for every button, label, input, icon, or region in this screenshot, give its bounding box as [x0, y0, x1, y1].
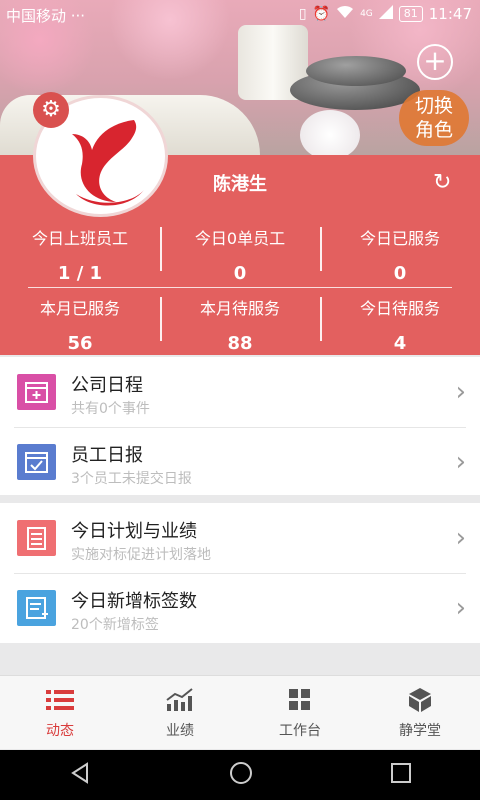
stat-today-working-staff[interactable]: 今日上班员工 1 / 1 [0, 225, 160, 284]
stat-label: 今日已服务 [359, 229, 440, 248]
stat-value: 4 [393, 333, 407, 354]
switch-role-label-line2: 角色 [414, 119, 453, 141]
chevron-right-icon: › [455, 377, 466, 407]
signal-icon [378, 5, 393, 23]
menu-item-staff-daily-report[interactable]: 员工日报 3个员工未提交日报 › [0, 427, 480, 497]
menu-item-subtitle: 20个新增标签 [71, 617, 159, 633]
battery-level: 81 [398, 6, 423, 22]
tab-label: 工作台 [279, 723, 321, 739]
menu-item-subtitle: 3个员工未提交日报 [71, 471, 192, 487]
tab-label: 静学堂 [399, 723, 441, 739]
stat-label: 今日上班员工 [31, 229, 128, 248]
tab-performance[interactable]: 业绩 [120, 676, 240, 749]
carrier-label: 中国移动 ··· [6, 7, 86, 25]
home-button[interactable] [228, 760, 254, 790]
menu-item-title: 今日计划与业绩 [71, 521, 197, 542]
stone-decoration [306, 56, 406, 86]
clipboard-icon [17, 520, 56, 556]
stat-value: 56 [67, 333, 93, 354]
system-navigation-bar [0, 750, 480, 800]
alarm-icon: ⏰ [312, 6, 331, 22]
cube-icon [360, 686, 480, 714]
add-button[interactable]: + [417, 44, 453, 80]
orchid-decoration [300, 110, 360, 160]
list-icon [0, 686, 120, 714]
stat-today-zero-order-staff[interactable]: 今日0单员工 0 [160, 225, 320, 284]
refresh-icon: ↻ [433, 170, 452, 195]
stat-label: 本月已服务 [39, 299, 120, 318]
stats-row-month: 本月已服务 56 本月待服务 88 今日待服务 4 [0, 295, 480, 354]
home-circle-icon [230, 762, 252, 784]
stats-divider [28, 287, 452, 288]
clock-time: 11:47 [428, 5, 472, 23]
plus-icon: + [423, 44, 447, 77]
menu-item-subtitle: 共有0个事件 [71, 401, 150, 417]
recents-square-icon [391, 763, 411, 783]
stat-today-pending[interactable]: 今日待服务 4 [320, 295, 480, 354]
network-type-label: 4G [360, 9, 373, 19]
stat-value: 88 [227, 333, 253, 354]
user-name: 陈港生 [213, 174, 267, 195]
calendar-add-icon [17, 374, 56, 410]
stat-month-pending[interactable]: 本月待服务 88 [160, 295, 320, 354]
stat-value: 0 [233, 263, 247, 284]
stat-value: 1 / 1 [57, 263, 103, 284]
recents-button[interactable] [390, 762, 412, 788]
menu-item-today-new-tags[interactable]: 今日新增标签数 20个新增标签 › [0, 573, 480, 643]
menu-item-title: 员工日报 [71, 445, 143, 466]
menu-item-title: 今日新增标签数 [71, 591, 197, 612]
grid-icon [240, 686, 360, 714]
stats-row-today: 今日上班员工 1 / 1 今日0单员工 0 今日已服务 0 [0, 225, 480, 284]
stat-today-served[interactable]: 今日已服务 0 [320, 225, 480, 284]
menu-item-subtitle: 实施对标促进计划落地 [71, 547, 211, 563]
status-bar: 中国移动 ··· ▯ ⏰ 4G 81 11:47 [0, 0, 480, 30]
vibrate-icon: ▯ [298, 6, 307, 22]
menu-item-title: 公司日程 [71, 375, 143, 396]
tab-dynamics[interactable]: 动态 [0, 676, 120, 749]
chevron-right-icon: › [455, 523, 466, 553]
tag-note-icon [17, 590, 56, 626]
stat-label: 今日待服务 [359, 299, 440, 318]
back-triangle-icon [71, 762, 88, 784]
chart-up-icon [120, 686, 240, 714]
wifi-icon [336, 5, 354, 23]
menu-item-company-schedule[interactable]: 公司日程 共有0个事件 › [0, 357, 480, 427]
tab-label: 业绩 [166, 723, 194, 739]
stat-label: 今日0单员工 [194, 229, 286, 248]
switch-role-label-line1: 切换 [414, 95, 453, 117]
refresh-button[interactable]: ↻ [433, 170, 451, 195]
settings-button[interactable]: ⚙ [33, 92, 69, 128]
menu-group-1: 公司日程 共有0个事件 › 员工日报 3个员工未提交日报 › [0, 357, 480, 495]
chevron-right-icon: › [455, 447, 466, 477]
gear-icon: ⚙ [41, 97, 61, 122]
stat-label: 本月待服务 [199, 299, 280, 318]
tab-label: 动态 [46, 723, 74, 739]
menu-group-2: 今日计划与业绩 实施对标促进计划落地 › 今日新增标签数 20个新增标签 › [0, 503, 480, 643]
menu-item-today-plan-performance[interactable]: 今日计划与业绩 实施对标促进计划落地 › [0, 503, 480, 573]
switch-role-button[interactable]: 切换 角色 [399, 90, 469, 146]
stat-month-served[interactable]: 本月已服务 56 [0, 295, 160, 354]
back-button[interactable] [68, 761, 92, 789]
stat-value: 0 [393, 263, 407, 284]
status-icons: ▯ ⏰ 4G 81 11:47 [299, 5, 472, 23]
calendar-check-icon [17, 444, 56, 480]
bottom-tab-bar: 动态 业绩 工作台 静学堂 [0, 675, 480, 749]
tab-workbench[interactable]: 工作台 [240, 676, 360, 749]
chevron-right-icon: › [455, 593, 466, 623]
tab-academy[interactable]: 静学堂 [360, 676, 480, 749]
